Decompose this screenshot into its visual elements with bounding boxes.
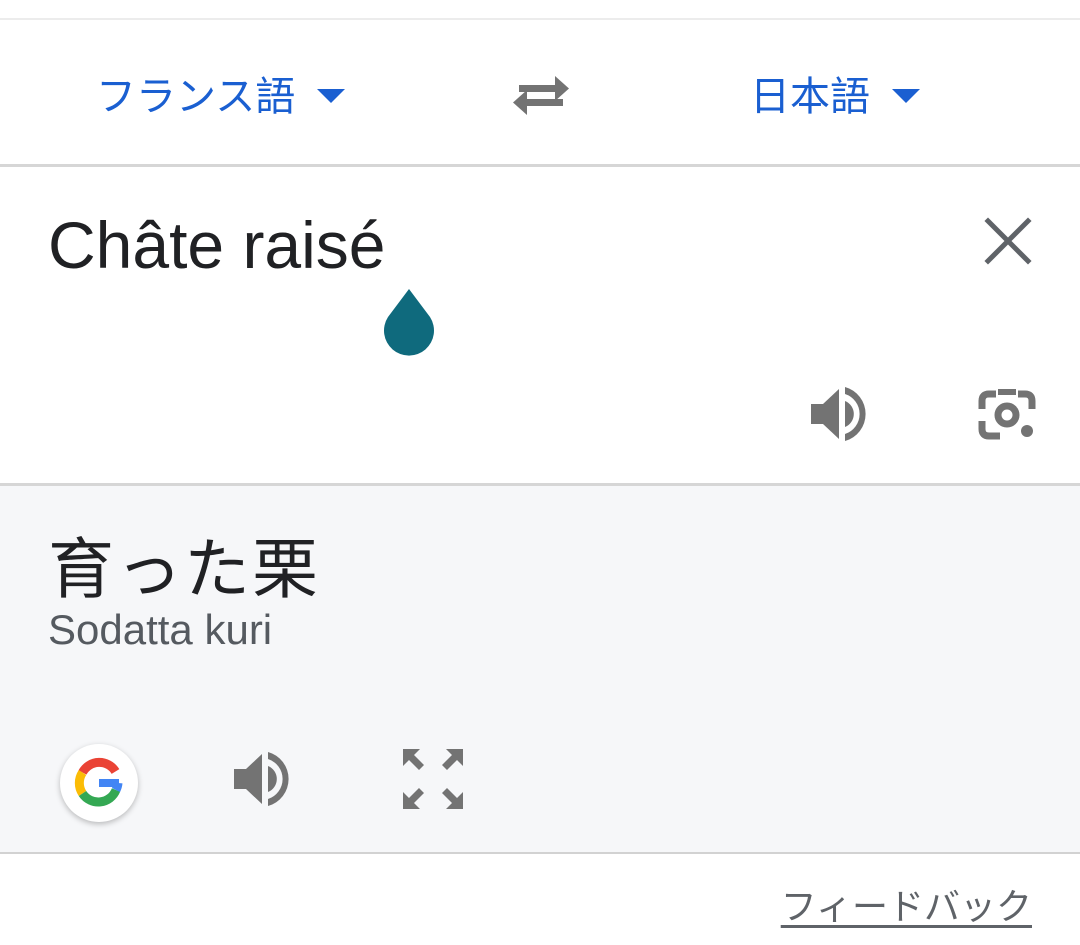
dropdown-caret-icon — [892, 88, 920, 103]
clear-button[interactable] — [978, 211, 1038, 271]
speaker-icon — [811, 387, 866, 441]
google-search-button[interactable] — [60, 744, 138, 822]
translation-result-card: 育った栗 Sodatta kuri — [0, 486, 1080, 852]
source-language-selector[interactable]: フランス語 — [96, 20, 346, 165]
transliteration-text: Sodatta kuri — [48, 606, 273, 653]
divider — [0, 852, 1080, 854]
language-bar: フランス語 日本語 — [0, 20, 1080, 165]
translated-text: 育った栗 — [48, 531, 320, 608]
camera-lens-icon — [978, 389, 1036, 440]
close-icon — [984, 217, 1032, 265]
source-input-area[interactable]: Châte raisé — [0, 167, 1080, 483]
listen-source-button[interactable] — [805, 379, 875, 449]
listen-translation-button[interactable] — [228, 744, 298, 814]
swap-arrows-icon — [513, 76, 569, 115]
dropdown-caret-icon — [317, 88, 346, 103]
swap-languages-button[interactable] — [505, 65, 577, 125]
google-g-icon — [74, 757, 123, 807]
source-text-input[interactable]: Châte raisé — [48, 207, 386, 283]
feedback-link[interactable]: フィードバック — [781, 878, 1032, 930]
target-language-label: 日本語 — [750, 73, 870, 120]
speaker-icon — [234, 752, 289, 806]
camera-translate-button[interactable] — [972, 379, 1042, 449]
fullscreen-icon — [403, 749, 463, 809]
source-language-label: フランス語 — [96, 73, 296, 120]
text-cursor-handle[interactable] — [380, 287, 438, 357]
translate-app: フランス語 日本語 Châte raisé 育った栗 Sodatta kuri … — [0, 0, 1080, 945]
target-language-selector[interactable]: 日本語 — [750, 20, 920, 165]
fullscreen-button[interactable] — [398, 744, 468, 814]
